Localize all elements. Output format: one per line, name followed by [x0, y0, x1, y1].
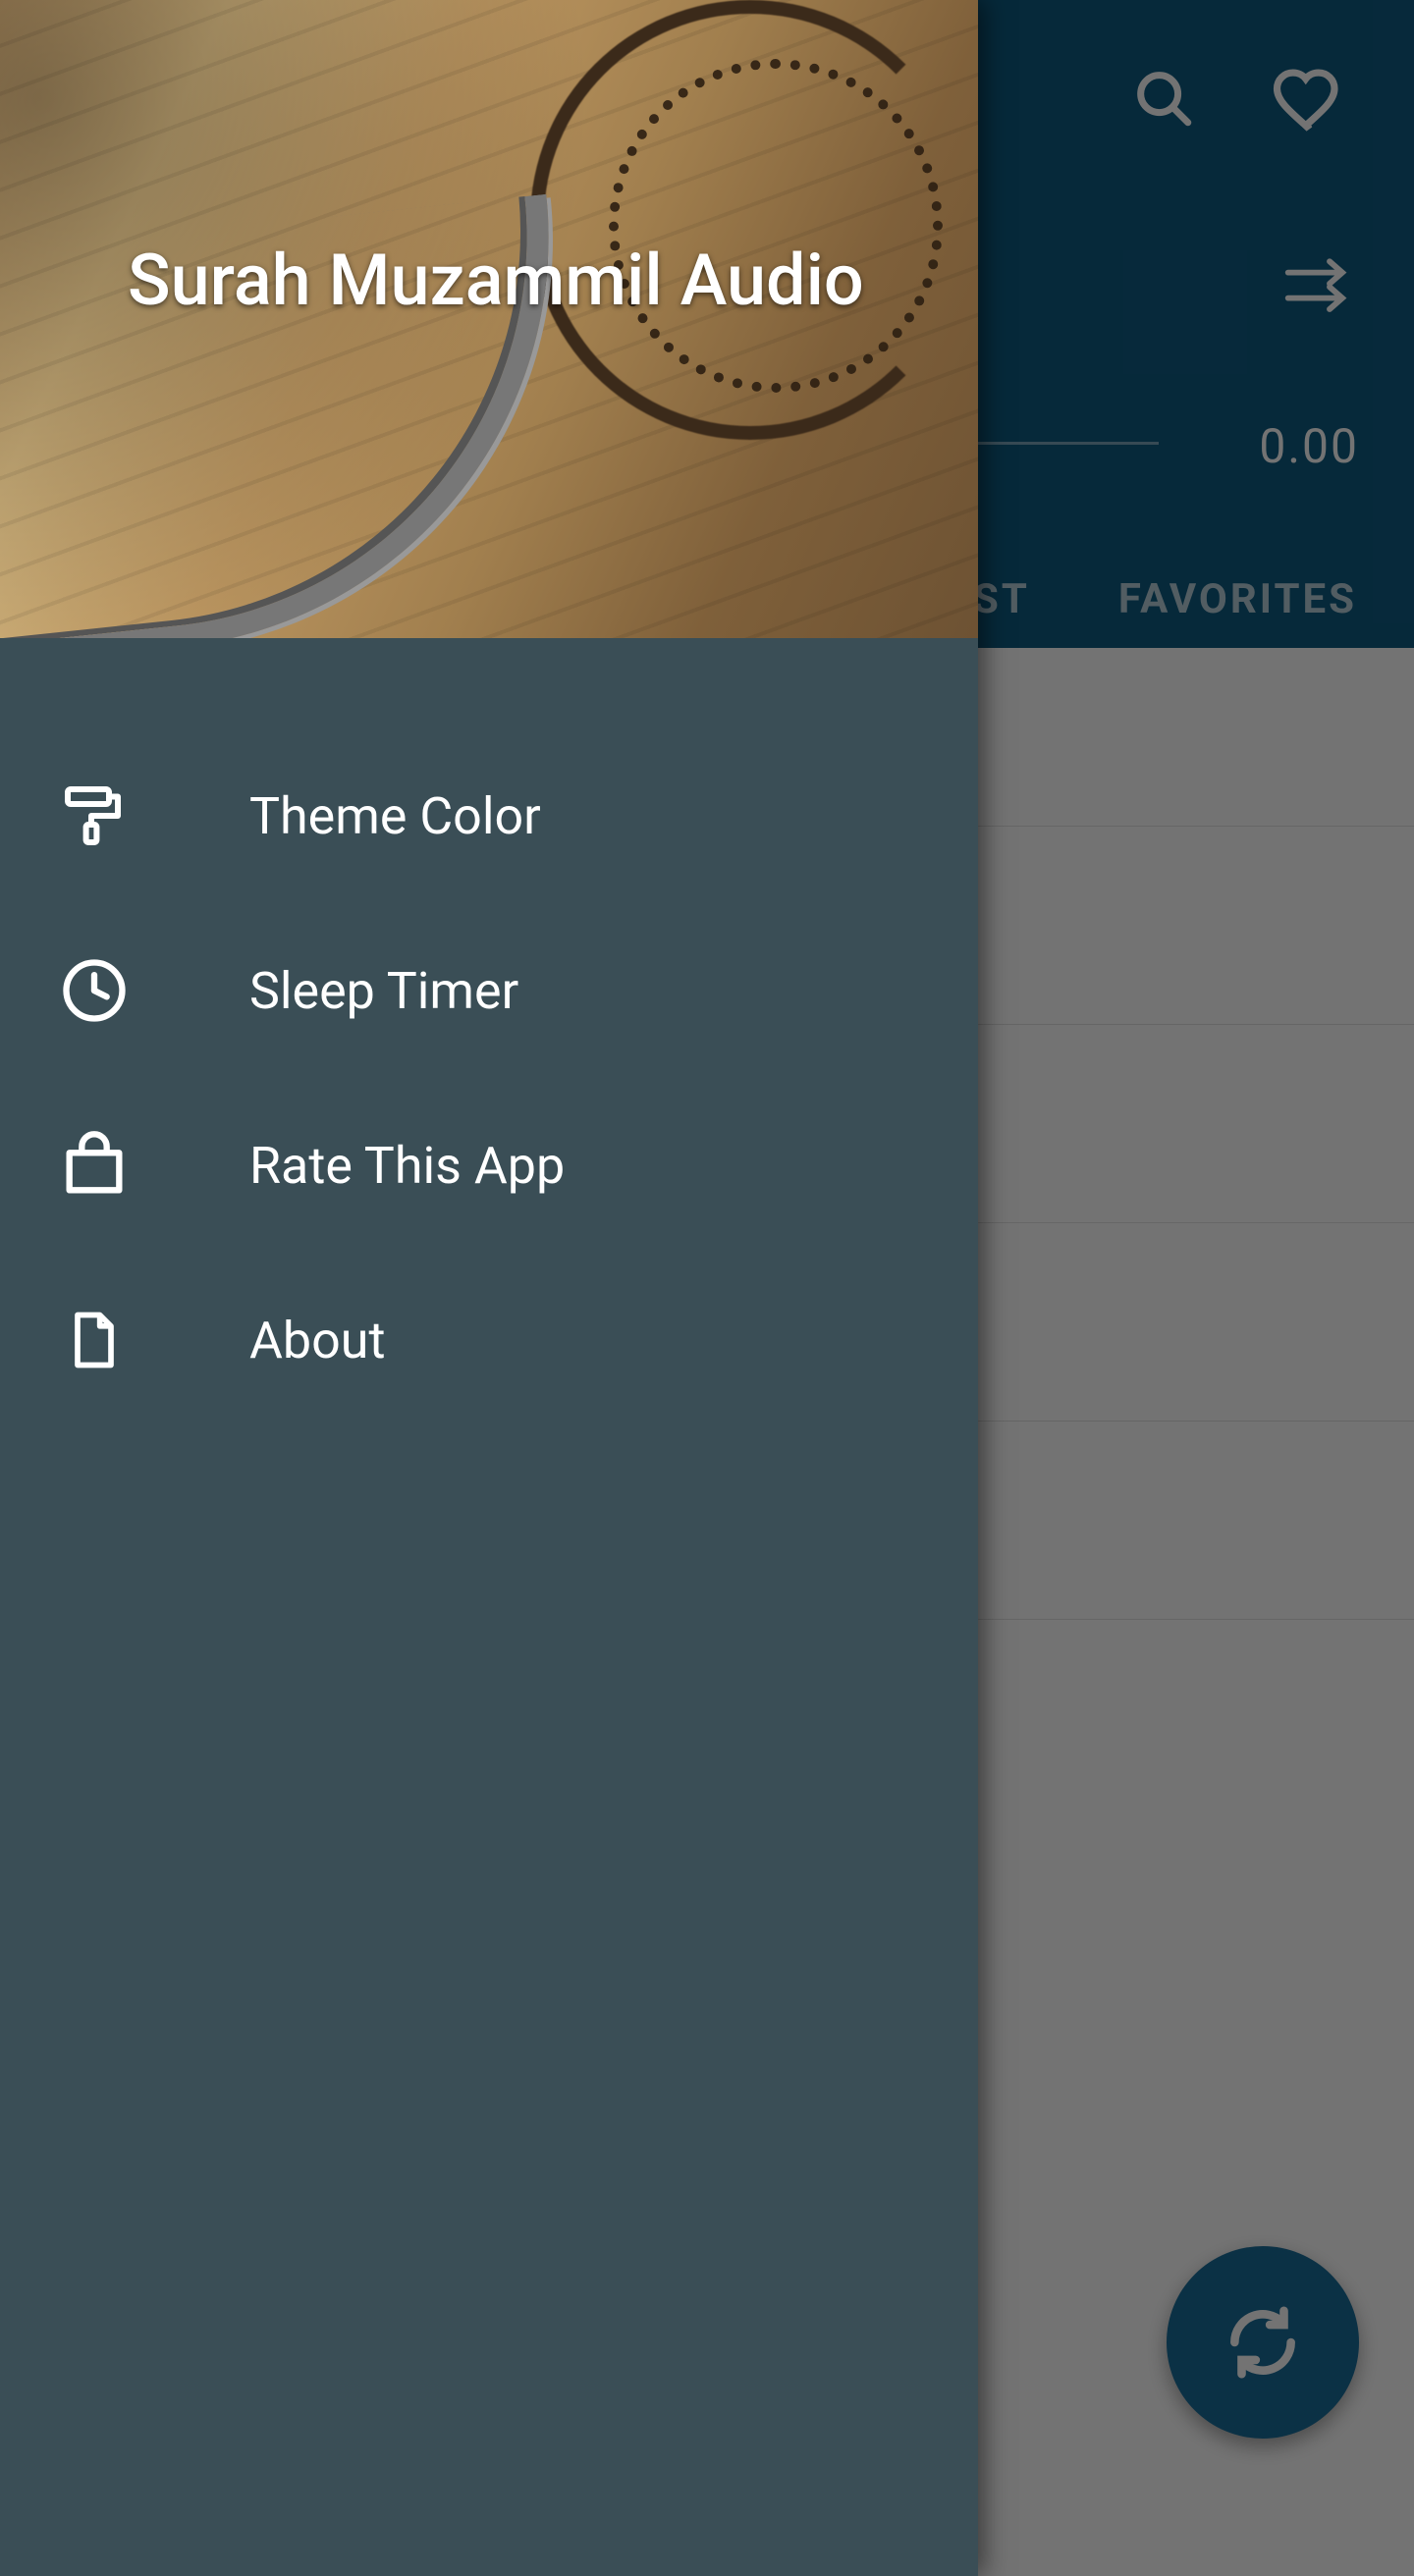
drawer-item-theme-color[interactable]: Theme Color — [0, 728, 978, 903]
roller-brush-icon — [55, 777, 134, 855]
drawer-item-about[interactable]: About — [0, 1253, 978, 1427]
drawer-menu: Theme Color Sleep Timer — [0, 638, 978, 1427]
drawer-item-label: Sleep Timer — [249, 961, 518, 1021]
bag-icon — [55, 1126, 134, 1205]
navigation-drawer: Surah Muzammil Audio Theme Color — [0, 0, 978, 2576]
app-root: 0.00 ST FAVORITES Surah Muzammil Audio — [0, 0, 1414, 2576]
drawer-item-label: About — [249, 1311, 385, 1370]
drawer-item-label: Theme Color — [249, 786, 541, 846]
drawer-title: Surah Muzammil Audio — [128, 239, 864, 322]
drawer-item-rate-app[interactable]: Rate This App — [0, 1078, 978, 1253]
clock-icon — [55, 951, 134, 1030]
drawer-item-label: Rate This App — [249, 1136, 565, 1196]
file-icon — [55, 1301, 134, 1379]
drawer-header: Surah Muzammil Audio — [0, 0, 978, 638]
drawer-item-sleep-timer[interactable]: Sleep Timer — [0, 903, 978, 1078]
